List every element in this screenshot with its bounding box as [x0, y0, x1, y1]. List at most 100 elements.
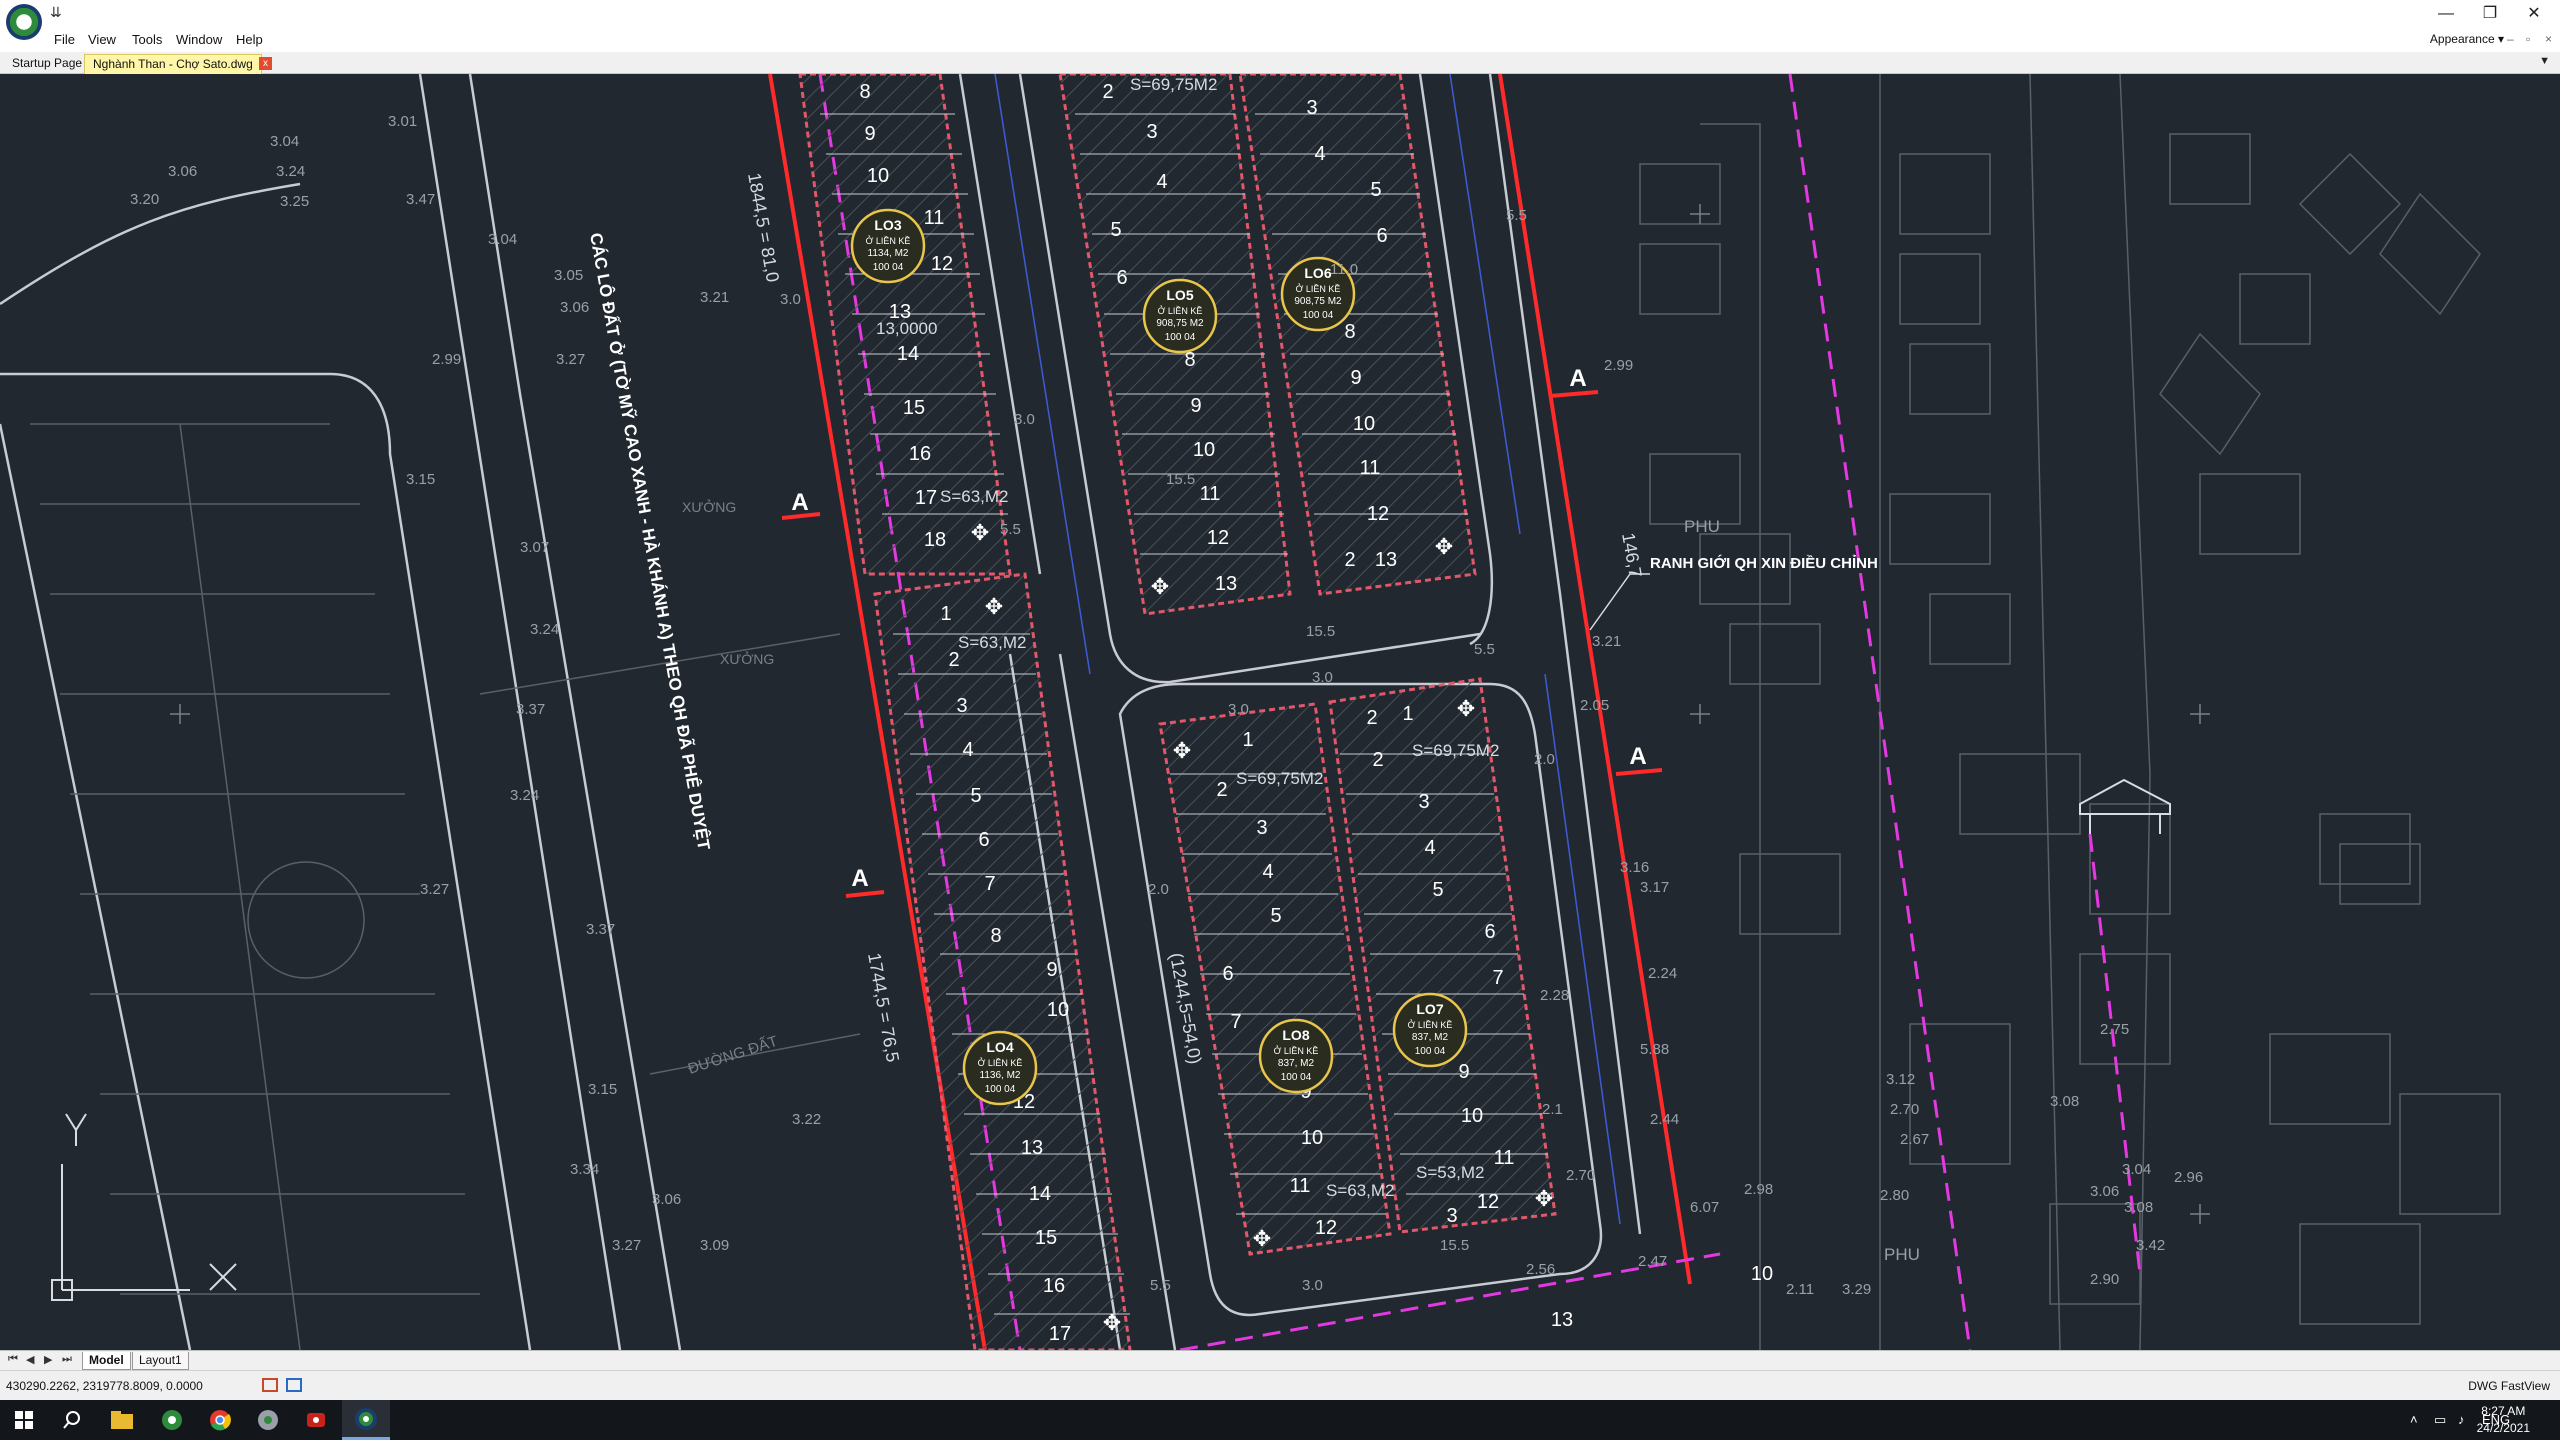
house-symbol	[2079, 778, 2171, 834]
doc-close-button[interactable]: ×	[2545, 32, 2552, 46]
tab-overflow-icon[interactable]: ▼	[2539, 55, 2550, 67]
menu-bar: File View Tools Window Help Appearance ▾…	[0, 28, 2560, 52]
product-name: DWG FastView	[2468, 1379, 2550, 1393]
lot-tag-lo5: LO5 Ở LIỀN KỀ 908,75 M2 100 04	[1142, 278, 1218, 354]
svg-text:LO6: LO6	[1304, 265, 1331, 281]
app-logo-icon[interactable]	[6, 4, 42, 40]
svg-text:A: A	[851, 865, 868, 892]
spot-height-label: 3.0	[780, 291, 801, 308]
system-clock[interactable]: 8:27 AM 24/2/2021	[2477, 1403, 2530, 1437]
svg-text:A: A	[1629, 743, 1646, 770]
spot-height-label: 3.0	[1228, 701, 1249, 718]
doc-restore-button[interactable]: ▫	[2526, 32, 2530, 46]
svg-text:4: 4	[1156, 171, 1167, 193]
chrome-button[interactable]	[196, 1400, 244, 1440]
svg-text:11: 11	[924, 207, 945, 229]
menu-view[interactable]: View	[88, 32, 116, 47]
svg-text:S=53,M2: S=53,M2	[1416, 1163, 1485, 1182]
menu-tools[interactable]: Tools	[132, 32, 162, 47]
prev-layout-button[interactable]: ◀	[26, 1353, 34, 1366]
restore-button[interactable]: ❐	[2470, 2, 2510, 26]
svg-text:100 04: 100 04	[985, 1084, 1016, 1095]
file-explorer-button[interactable]	[98, 1400, 146, 1440]
tab-startup-page[interactable]: Startup Page	[4, 54, 90, 74]
svg-text:10: 10	[1751, 1263, 1773, 1285]
spot-height-label: 2.0	[1148, 881, 1169, 898]
tab-close-icon[interactable]: x	[259, 57, 272, 70]
app-gray-button[interactable]	[244, 1400, 292, 1440]
svg-text:100 04: 100 04	[1281, 1072, 1312, 1083]
svg-text:10: 10	[1353, 413, 1375, 435]
svg-text:1134, M2: 1134, M2	[868, 248, 909, 259]
spot-height-label: 3.04	[2122, 1161, 2151, 1178]
svg-text:16: 16	[1043, 1275, 1065, 1297]
start-button[interactable]	[0, 1400, 48, 1440]
search-icon	[63, 1411, 80, 1429]
svg-text:2: 2	[1372, 749, 1383, 771]
spot-height-label: 3.07	[520, 539, 549, 556]
svg-text:CÁC LÔ ĐẤT Ở (TỜ MỸ CAO XANH -: CÁC LÔ ĐẤT Ở (TỜ MỸ CAO XANH - HÀ KHÁNH …	[586, 231, 715, 852]
app-gray-icon	[258, 1410, 278, 1430]
first-layout-button[interactable]: ⏮	[8, 1353, 18, 1366]
tab-model[interactable]: Model	[82, 1352, 131, 1370]
close-button[interactable]: ✕	[2514, 2, 2554, 26]
spot-height-label: 3.37	[516, 701, 545, 718]
svg-text:12: 12	[1477, 1191, 1499, 1213]
svg-text:3: 3	[1256, 817, 1267, 839]
svg-text:908,75 M2: 908,75 M2	[1294, 296, 1342, 307]
layout-view-icon[interactable]	[286, 1378, 302, 1392]
volume-icon[interactable]: ♪	[2458, 1412, 2465, 1427]
spot-height-label: 5.5	[1506, 207, 1527, 224]
tray-chevron-icon[interactable]: ˄	[2410, 1412, 2418, 1427]
svg-text:6: 6	[978, 829, 989, 851]
zoom-icon[interactable]	[262, 1378, 278, 1392]
last-layout-button[interactable]: ⏭	[62, 1353, 72, 1366]
svg-text:9: 9	[1190, 395, 1201, 417]
appearance-dropdown[interactable]: Appearance ▾	[2430, 32, 2504, 46]
svg-text:S=63,M2: S=63,M2	[958, 633, 1027, 652]
spot-height-label: 2.67	[1900, 1131, 1929, 1148]
network-icon[interactable]: ▭	[2434, 1412, 2446, 1428]
svg-text:8: 8	[1344, 321, 1355, 343]
tab-active-drawing[interactable]: Nghành Than - Chợ Sato.dwg	[84, 54, 262, 74]
document-tab-bar: Startup Page Nghành Than - Chợ Sato.dwg …	[0, 52, 2560, 74]
menu-file[interactable]: File	[54, 32, 75, 47]
search-button[interactable]	[48, 1400, 96, 1440]
drawing-canvas[interactable]: 8910 111213 141516 1718 234 567 8910 111…	[0, 74, 2560, 1350]
svg-text:Ở LIỀN KỀ: Ở LIỀN KỀ	[1296, 283, 1341, 294]
lot-tag-lo4: LO4 Ở LIỀN KỀ 1136, M2 100 04	[962, 1030, 1038, 1106]
svg-text:8: 8	[990, 925, 1001, 947]
clock-date: 24/2/2021	[2476, 1421, 2530, 1435]
svg-text:5: 5	[1110, 219, 1121, 241]
svg-text:6: 6	[1376, 225, 1387, 247]
svg-text:2: 2	[1344, 549, 1355, 571]
spot-height-label: 3.20	[130, 191, 159, 208]
spot-height-label: 2.05	[1580, 697, 1609, 714]
svg-text:✥: ✥	[1535, 1187, 1553, 1212]
minimize-button[interactable]: —	[2426, 2, 2466, 26]
svg-text:17: 17	[915, 487, 937, 509]
app-green-button[interactable]	[148, 1400, 196, 1440]
svg-text:Ở LIỀN KỀ: Ở LIỀN KỀ	[1274, 1045, 1319, 1056]
doc-minimize-button[interactable]: –	[2507, 32, 2514, 46]
svg-text:7: 7	[1492, 967, 1503, 989]
svg-text:2: 2	[948, 649, 959, 671]
quick-access-toggle[interactable]: ⇊	[50, 4, 62, 21]
svg-text:17: 17	[1049, 1323, 1071, 1345]
next-layout-button[interactable]: ▶	[44, 1353, 52, 1366]
cad-drawing[interactable]: 8910 111213 141516 1718 234 567 8910 111…	[0, 74, 2560, 1350]
menu-help[interactable]: Help	[236, 32, 263, 47]
dwg-fastview-task-button[interactable]	[342, 1400, 390, 1440]
svg-text:1744,5 = 76,5: 1744,5 = 76,5	[864, 951, 903, 1063]
app-red-button[interactable]	[292, 1400, 340, 1440]
menu-window[interactable]: Window	[176, 32, 222, 47]
lot-tag-lo7: LO7 Ở LIỀN KỀ 837, M2 100 04	[1392, 992, 1468, 1068]
windows-logo-icon	[15, 1411, 33, 1429]
svg-text:LO4: LO4	[986, 1039, 1013, 1055]
svg-text:S=69,75M2: S=69,75M2	[1236, 769, 1323, 788]
spot-height-label: 5.5	[1150, 1277, 1171, 1294]
svg-text:S=63,M2: S=63,M2	[1326, 1181, 1395, 1200]
spot-height-label: 15.5	[1166, 471, 1195, 488]
spot-height-label: 2.28	[1540, 987, 1569, 1004]
tab-layout1[interactable]: Layout1	[132, 1352, 189, 1370]
